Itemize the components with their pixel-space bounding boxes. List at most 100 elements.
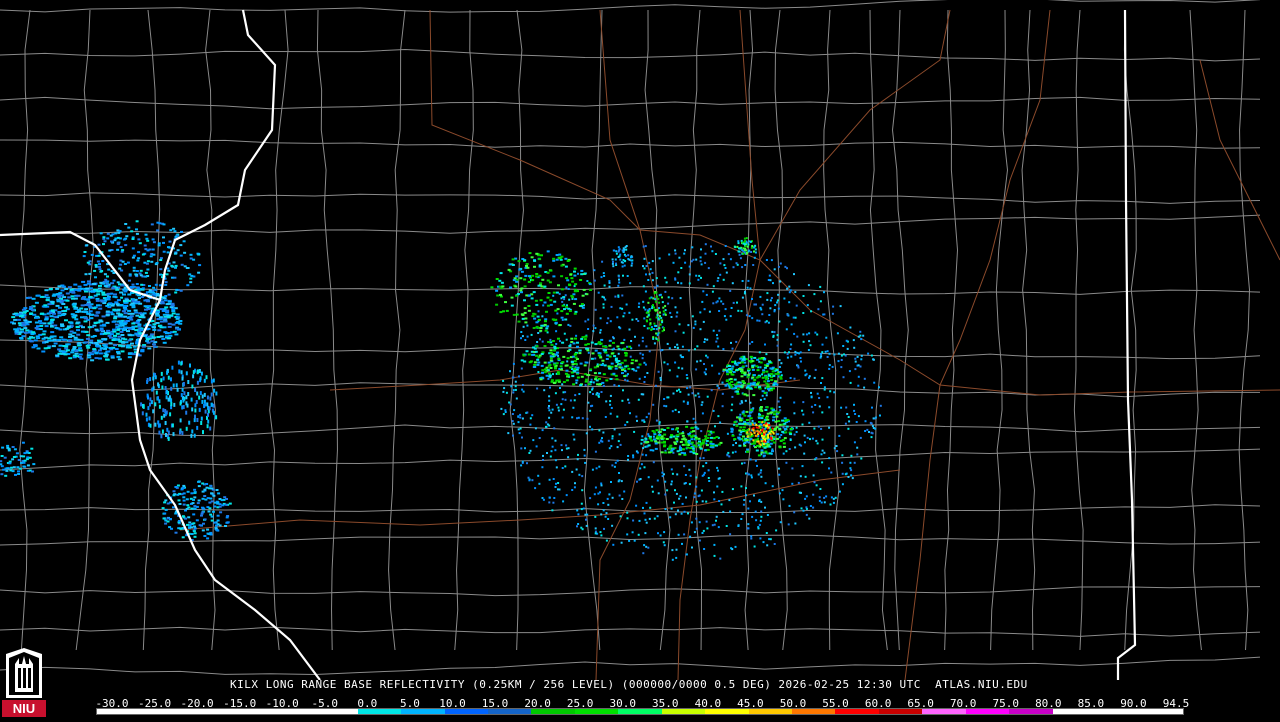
echo-pixel — [549, 455, 552, 458]
echo-pixel — [652, 297, 655, 300]
echo-pixel — [112, 279, 116, 282]
echo-pixel — [146, 268, 150, 271]
echo-pixel — [116, 309, 121, 312]
echo-pixel — [585, 378, 589, 381]
echo-pixel — [614, 374, 618, 377]
echo-pixel — [563, 298, 566, 301]
echo-pixel — [618, 479, 621, 482]
echo-pixel — [862, 334, 865, 337]
echo-pixel — [763, 446, 767, 449]
echo-pixel — [31, 297, 36, 300]
echo-pixel — [30, 447, 34, 450]
echo-pixel — [711, 364, 714, 367]
echo-pixel — [581, 417, 584, 420]
echo-pixel — [145, 417, 148, 422]
echo-pixel — [694, 394, 697, 397]
echo-pixel — [661, 301, 664, 304]
echo-pixel — [114, 232, 118, 235]
echo-pixel — [692, 430, 696, 433]
echo-pixel — [556, 308, 560, 311]
echo-pixel — [174, 291, 178, 294]
echo-pixel — [659, 293, 662, 296]
echo-pixel — [651, 271, 654, 274]
echo-pixel — [786, 356, 789, 359]
echo-pixel — [164, 386, 167, 390]
echo-pixel — [50, 301, 55, 303]
echo-pixel — [12, 456, 16, 458]
echo-pixel — [611, 524, 614, 527]
echo-pixel — [739, 413, 742, 416]
county-line — [1189, 9, 1202, 651]
echo-pixel — [628, 401, 631, 404]
echo-pixel — [777, 307, 780, 310]
echo-pixel — [687, 433, 691, 436]
echo-pixel — [26, 464, 30, 467]
echo-pixel — [549, 269, 553, 272]
echo-pixel — [164, 421, 167, 425]
echo-pixel — [560, 316, 564, 319]
echo-pixel — [136, 334, 141, 337]
echo-pixel — [201, 497, 205, 500]
echo-pixel — [597, 291, 600, 294]
echo-pixel — [613, 465, 616, 468]
echo-pixel — [532, 439, 535, 442]
echo-pixel — [511, 420, 514, 423]
echo-pixel — [191, 407, 194, 412]
echo-pixel — [127, 356, 132, 359]
echo-pixel — [72, 346, 77, 348]
echo-pixel — [760, 440, 763, 443]
echo-pixel — [551, 408, 554, 411]
echo-pixel — [154, 288, 158, 291]
echo-pixel — [643, 325, 646, 327]
echo-pixel — [535, 252, 539, 255]
echo-pixel — [182, 499, 186, 502]
echo-pixel — [809, 505, 812, 507]
echo-pixel — [715, 436, 719, 438]
echo-pixel — [718, 310, 721, 312]
echo-pixel — [539, 338, 541, 341]
echo-pixel — [557, 406, 560, 409]
echo-pixel — [616, 446, 619, 449]
echo-pixel — [536, 341, 539, 343]
echo-pixel — [762, 443, 765, 446]
echo-pixel — [702, 320, 705, 323]
echo-pixel — [727, 451, 730, 454]
echo-pixel — [28, 296, 32, 299]
echo-pixel — [505, 309, 509, 312]
echo-pixel — [772, 441, 776, 444]
echo-pixel — [841, 461, 844, 464]
echo-pixel — [92, 283, 97, 285]
echo-pixel — [150, 340, 155, 343]
echo-pixel — [613, 428, 616, 431]
echo-pixel — [3, 456, 7, 459]
echo-pixel — [794, 353, 797, 356]
echo-pixel — [720, 503, 723, 506]
echo-pixel — [540, 353, 544, 355]
echo-pixel — [94, 276, 97, 279]
echo-pixel — [878, 386, 880, 389]
echo-pixel — [170, 386, 173, 391]
echo-pixel — [157, 324, 162, 327]
echo-pixel — [721, 405, 724, 408]
echo-pixel — [806, 304, 809, 307]
echo-pixel — [820, 453, 823, 456]
echo-pixel — [614, 367, 618, 370]
echo-pixel — [782, 442, 786, 445]
county-line — [316, 9, 338, 651]
echo-pixel — [791, 467, 794, 470]
echo-pixel — [694, 436, 698, 439]
echo-pixel — [624, 369, 626, 372]
echo-pixel — [526, 266, 530, 269]
echo-pixel — [16, 466, 20, 469]
echo-pixel — [88, 295, 93, 298]
echo-pixel — [544, 318, 548, 321]
echo-pixel — [622, 274, 624, 277]
echo-pixel — [202, 522, 205, 525]
echo-pixel — [552, 382, 556, 384]
echo-pixel — [537, 361, 541, 364]
echo-pixel — [620, 480, 623, 483]
echo-pixel — [794, 316, 797, 319]
echo-pixel — [105, 358, 109, 361]
echo-pixel — [108, 342, 113, 345]
echo-pixel — [601, 381, 605, 384]
